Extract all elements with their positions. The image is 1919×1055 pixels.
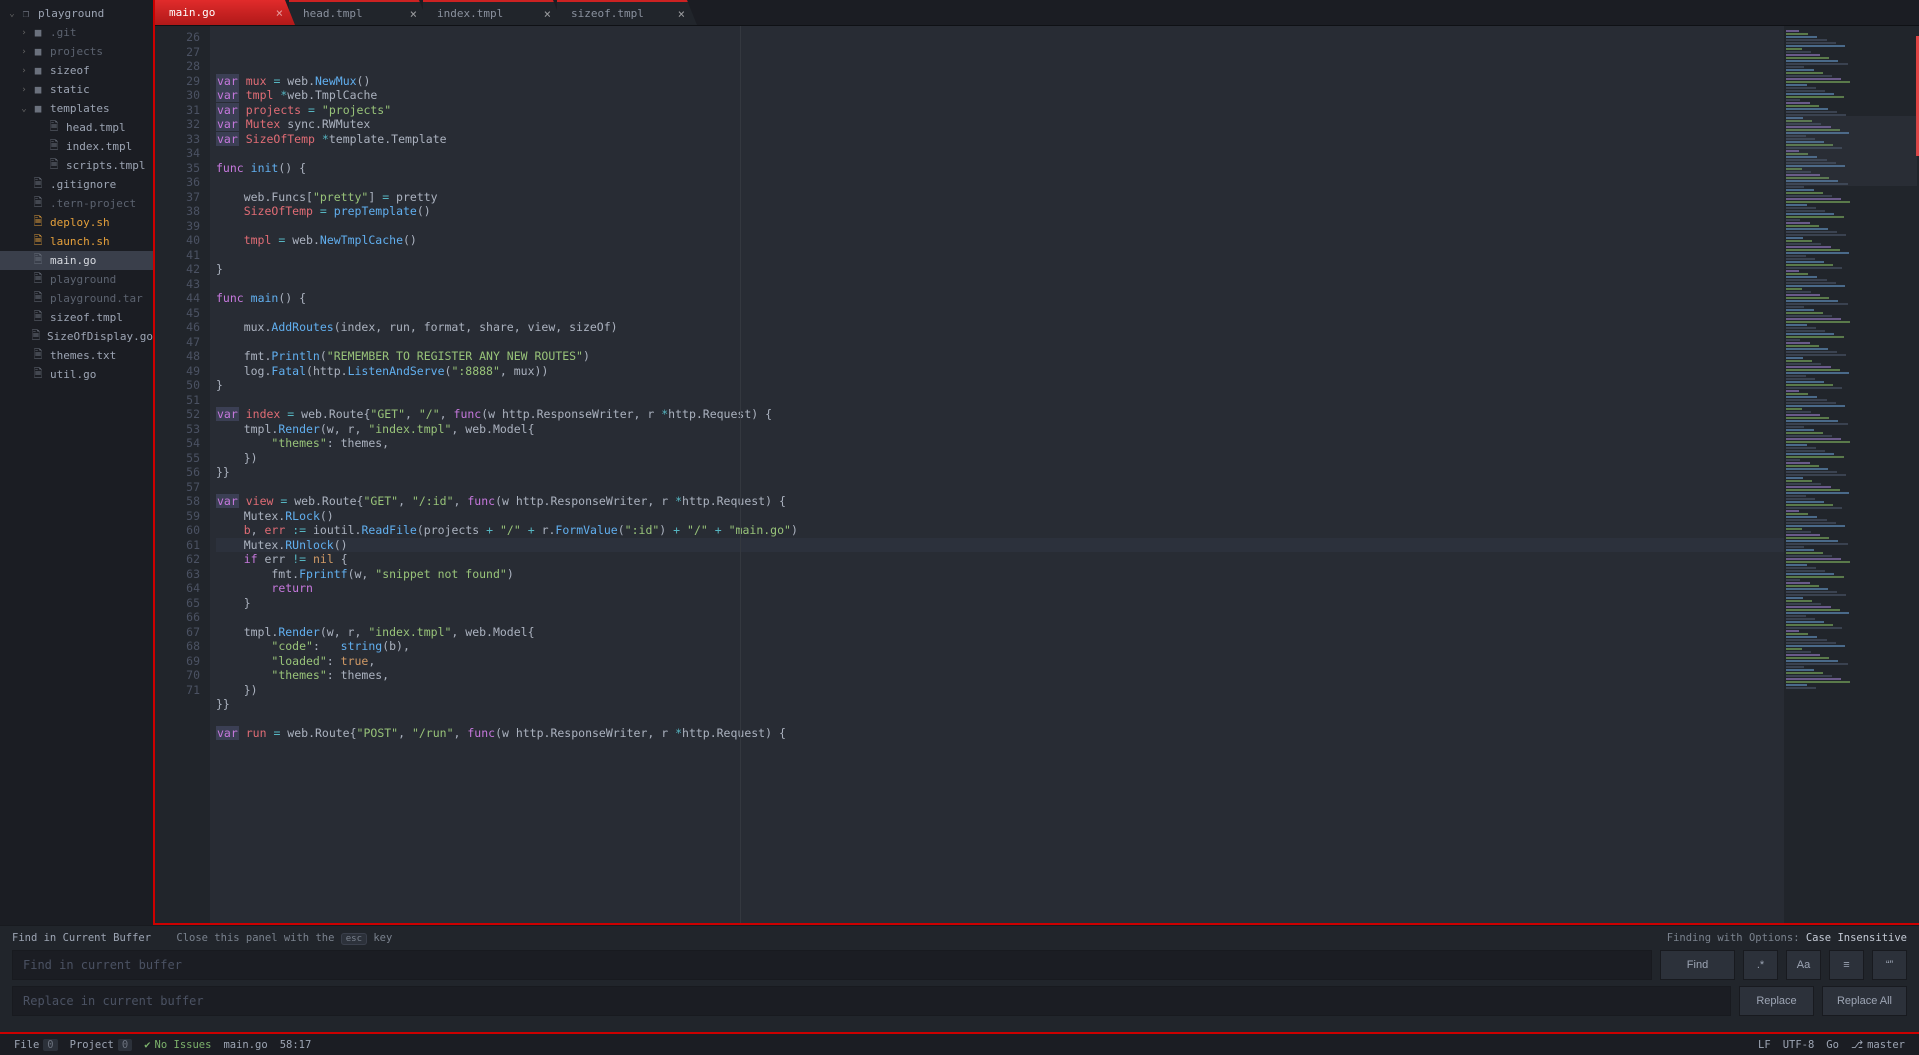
status-bar: File 0 Project 0 ✔ No Issues main.go 58:…	[0, 1032, 1919, 1055]
check-icon: ✔	[144, 1039, 150, 1051]
file-icon: 🗎	[46, 137, 62, 156]
find-options-value: Case Insensitive	[1806, 932, 1907, 944]
wrap-guide	[740, 26, 741, 923]
file-icon: 🗎	[30, 232, 46, 251]
wholeword-option[interactable]: “”	[1872, 950, 1907, 980]
file-icon: 🗎	[29, 327, 43, 346]
folder-icon: ■	[30, 64, 46, 77]
editor-pane: main.go×head.tmpl×index.tmpl×sizeof.tmpl…	[155, 0, 1919, 925]
tab-index-tmpl[interactable]: index.tmpl×	[423, 0, 563, 25]
status-issues[interactable]: ✔ No Issues	[138, 1039, 217, 1051]
case-option[interactable]: Aa	[1786, 950, 1821, 980]
minimap[interactable]	[1784, 26, 1919, 923]
regex-option[interactable]: .*	[1743, 950, 1778, 980]
status-file[interactable]: File 0	[8, 1039, 64, 1051]
tree-root-label: playground	[38, 7, 104, 20]
folder-icon: ■	[30, 45, 46, 58]
status-cursor[interactable]: 58:17	[274, 1039, 318, 1051]
tree-item-scripts-tmpl[interactable]: 🗎scripts.tmpl	[0, 156, 153, 175]
gutter: 2627282930313233343536373839404142434445…	[155, 26, 210, 923]
tree-item-templates[interactable]: ⌄■templates	[0, 99, 153, 118]
tree-item-sizeofdisplay-go[interactable]: 🗎SizeOfDisplay.go	[0, 327, 153, 346]
folder-icon: ■	[30, 102, 46, 115]
file-icon: 🗎	[46, 118, 62, 137]
replace-input[interactable]	[12, 986, 1731, 1016]
status-branch[interactable]: ⎇ master	[1845, 1039, 1911, 1051]
repo-icon: ❐	[18, 7, 34, 20]
file-icon: 🗎	[30, 213, 46, 232]
status-filename[interactable]: main.go	[217, 1039, 273, 1051]
tree-item-main-go[interactable]: 🗎main.go	[0, 251, 153, 270]
tab-sizeof-tmpl[interactable]: sizeof.tmpl×	[557, 0, 697, 25]
find-input[interactable]	[12, 950, 1652, 980]
replace-all-button[interactable]: Replace All	[1822, 986, 1907, 1016]
file-icon: 🗎	[30, 365, 46, 384]
tree-item--tern-project[interactable]: 🗎.tern-project	[0, 194, 153, 213]
tab-main-go[interactable]: main.go×	[155, 0, 295, 25]
file-tree[interactable]: ⌄ ❐ playground ›■.git›■projects›■sizeof›…	[0, 0, 155, 925]
file-icon: 🗎	[30, 194, 46, 213]
tree-item-deploy-sh[interactable]: 🗎deploy.sh	[0, 213, 153, 232]
tree-item--git[interactable]: ›■.git	[0, 23, 153, 42]
replace-button[interactable]: Replace	[1739, 986, 1814, 1016]
status-project[interactable]: Project 0	[64, 1039, 139, 1051]
tree-item--gitignore[interactable]: 🗎.gitignore	[0, 175, 153, 194]
close-icon[interactable]: ×	[544, 7, 551, 21]
status-eol[interactable]: LF	[1752, 1039, 1777, 1051]
status-encoding[interactable]: UTF-8	[1777, 1039, 1821, 1051]
tree-item-playground-tar[interactable]: 🗎playground.tar	[0, 289, 153, 308]
file-icon: 🗎	[30, 308, 46, 327]
git-branch-icon: ⎇	[1851, 1039, 1863, 1051]
tree-item-head-tmpl[interactable]: 🗎head.tmpl	[0, 118, 153, 137]
tree-item-launch-sh[interactable]: 🗎launch.sh	[0, 232, 153, 251]
find-title: Find in Current Buffer	[12, 932, 151, 944]
tree-item-sizeof[interactable]: ›■sizeof	[0, 61, 153, 80]
folder-icon: ■	[30, 26, 46, 39]
tree-item-index-tmpl[interactable]: 🗎index.tmpl	[0, 137, 153, 156]
folder-icon: ■	[30, 83, 46, 96]
status-language[interactable]: Go	[1820, 1039, 1845, 1051]
tree-item-sizeof-tmpl[interactable]: 🗎sizeof.tmpl	[0, 308, 153, 327]
file-icon: 🗎	[30, 346, 46, 365]
close-icon[interactable]: ×	[678, 7, 685, 21]
file-icon: 🗎	[30, 289, 46, 308]
file-icon: 🗎	[30, 251, 46, 270]
file-icon: 🗎	[30, 270, 46, 289]
close-icon[interactable]: ×	[410, 7, 417, 21]
find-button[interactable]: Find	[1660, 950, 1735, 980]
selection-option[interactable]: ≡	[1829, 950, 1864, 980]
find-replace-panel: Find in Current Buffer Close this panel …	[0, 925, 1919, 1032]
tree-item-util-go[interactable]: 🗎util.go	[0, 365, 153, 384]
code-editor[interactable]: var mux = web.NewMux()var tmpl *web.Tmpl…	[210, 26, 1784, 923]
esc-key: esc	[341, 933, 367, 945]
tree-root[interactable]: ⌄ ❐ playground	[0, 4, 153, 23]
tree-item-playground[interactable]: 🗎playground	[0, 270, 153, 289]
tab-bar[interactable]: main.go×head.tmpl×index.tmpl×sizeof.tmpl…	[155, 0, 1919, 26]
tab-head-tmpl[interactable]: head.tmpl×	[289, 0, 429, 25]
file-icon: 🗎	[30, 175, 46, 194]
tree-item-projects[interactable]: ›■projects	[0, 42, 153, 61]
close-icon[interactable]: ×	[276, 6, 283, 20]
tree-item-themes-txt[interactable]: 🗎themes.txt	[0, 346, 153, 365]
minimap-viewport[interactable]	[1786, 116, 1917, 186]
file-icon: 🗎	[46, 156, 62, 175]
tree-item-static[interactable]: ›■static	[0, 80, 153, 99]
